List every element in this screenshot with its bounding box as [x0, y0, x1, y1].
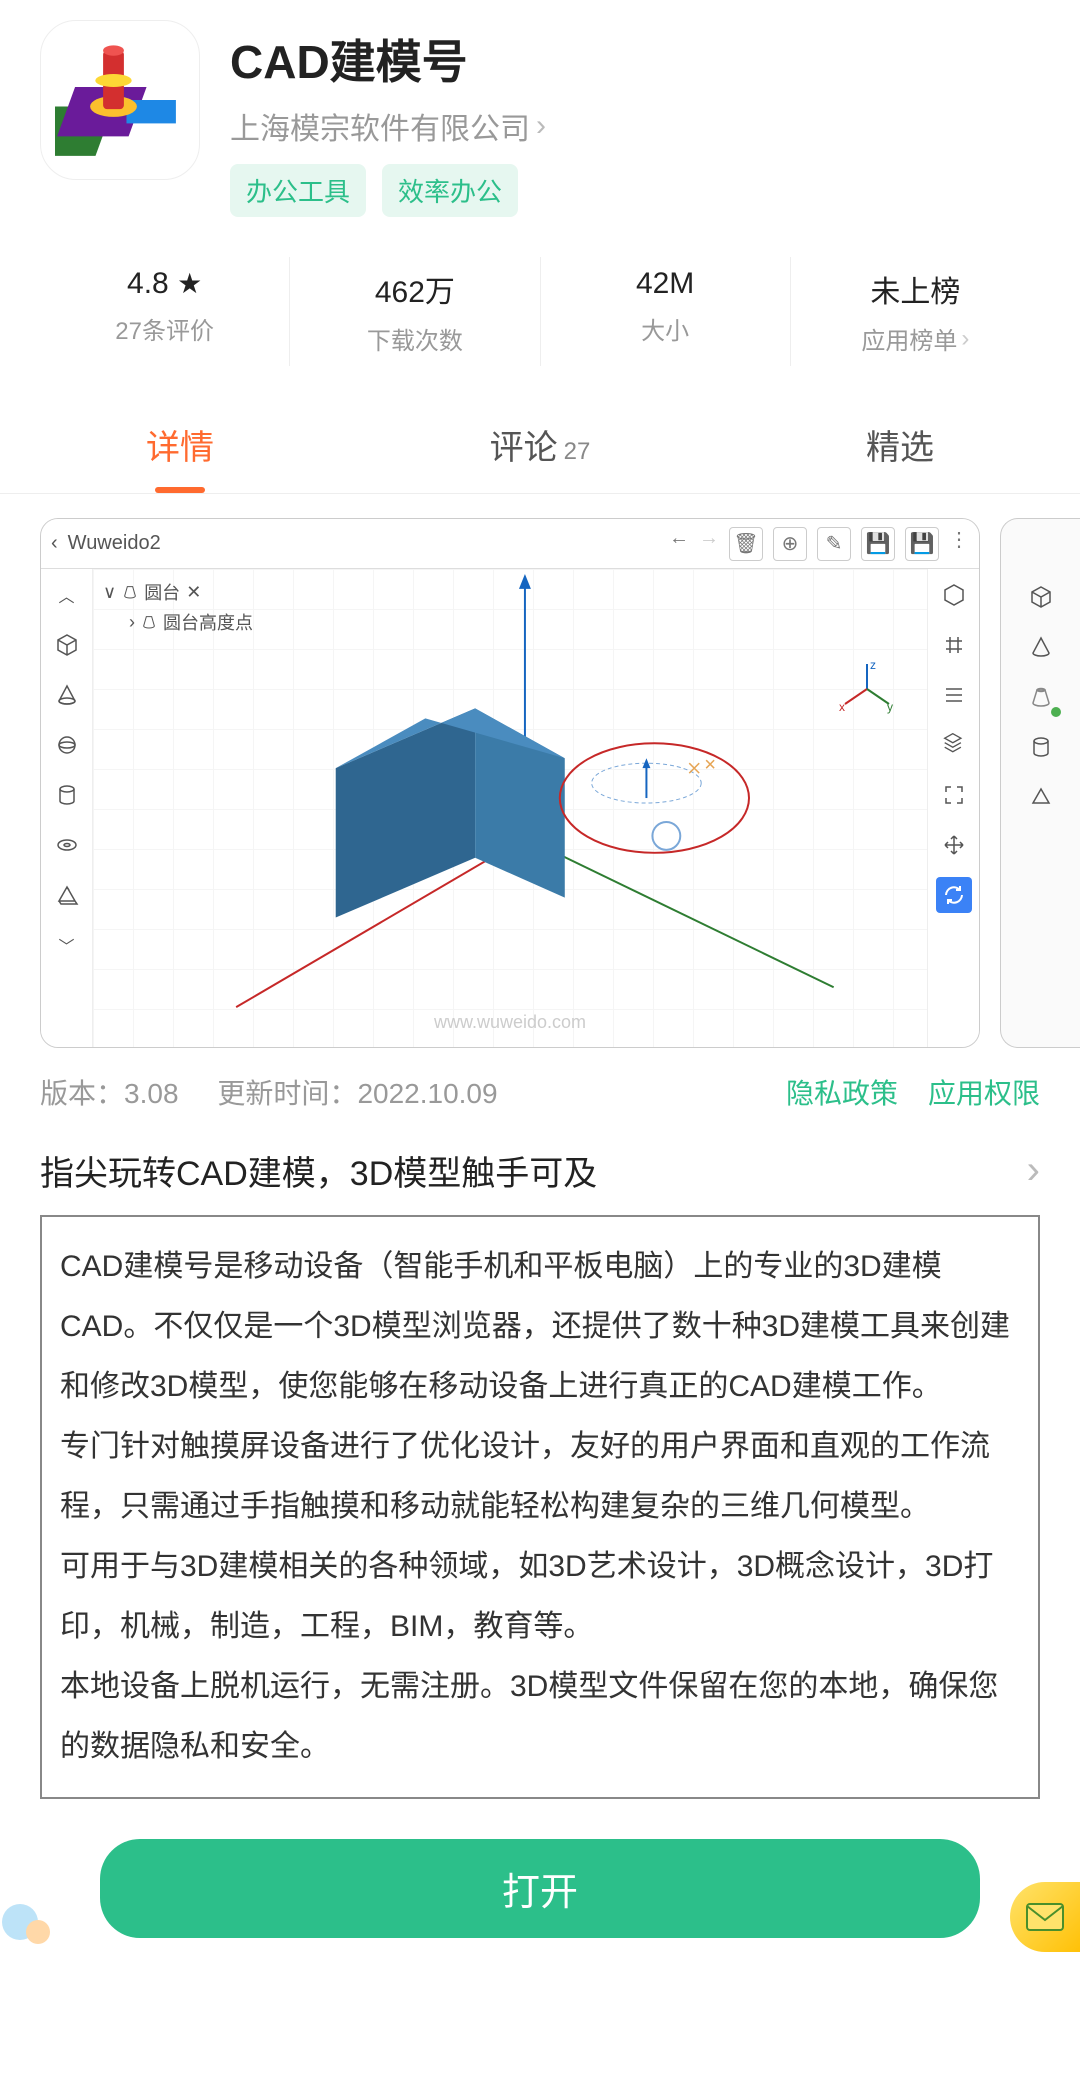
mail-icon[interactable]: [1010, 1882, 1080, 1952]
tab-details[interactable]: 详情: [0, 396, 360, 493]
slogan-row[interactable]: 指尖玩转CAD建模，3D模型触手可及 ›: [0, 1136, 1080, 1215]
watermark: www.wuweido.com: [434, 1012, 586, 1033]
developer-link[interactable]: 上海模宗软件有限公司 ›: [230, 104, 546, 148]
chevron-right-icon: ›: [536, 109, 546, 143]
open-button[interactable]: 打开: [100, 1839, 980, 1938]
cylinder-icon: [1023, 729, 1059, 765]
canvas-3d: ∨圆台 ✕ ›圆台高度点: [93, 569, 927, 1047]
more-icon: ⋮: [949, 527, 969, 561]
svg-text:x: x: [839, 700, 845, 714]
downloads-value: 462万: [290, 267, 539, 311]
desc-p2: 专门针对触摸屏设备进行了优化设计，友好的用户界面和直观的工作流程，只需通过手指触…: [60, 1417, 1020, 1537]
chevron-right-icon: ›: [961, 325, 969, 353]
right-toolbar: [927, 569, 979, 1047]
corner-decoration-left: [0, 1892, 60, 1952]
axis-gizmo: z x y: [837, 659, 897, 719]
rank-label: 应用榜单: [861, 321, 957, 356]
sphere-icon: [49, 727, 85, 763]
frustum-icon: [1023, 679, 1059, 715]
description-box: CAD建模号是移动设备（智能手机和平板电脑）上的专业的3D建模CAD。不仅仅是一…: [40, 1215, 1040, 1799]
desc-p4: 本地设备上脱机运行，无需注册。3D模型文件保留在您的本地，确保您的数据隐私和安全…: [60, 1657, 1020, 1777]
permissions-link[interactable]: 应用权限: [928, 1072, 1040, 1112]
rating-value: 4.8: [127, 267, 169, 300]
tag-productivity[interactable]: 效率办公: [382, 164, 518, 217]
save-icon: 💾: [861, 527, 895, 561]
svg-text:y: y: [887, 700, 893, 714]
tab-featured[interactable]: 精选: [720, 396, 1080, 493]
screenshot-2[interactable]: [1000, 518, 1080, 1048]
nav-back-icon: ←: [669, 527, 689, 561]
back-icon: ‹: [51, 532, 58, 555]
plus-icon: ⊕: [773, 527, 807, 561]
fullscreen-icon: [936, 777, 972, 813]
stat-size: 42M 大小: [540, 257, 790, 366]
version-label: 版本：: [40, 1078, 124, 1109]
torus-icon: [49, 827, 85, 863]
tab-reviews[interactable]: 评论27: [360, 396, 720, 493]
update-date: 2022.10.09: [357, 1078, 497, 1109]
svg-text:z: z: [870, 659, 876, 672]
expand-icon: ﹀: [49, 927, 85, 963]
screenshot-1[interactable]: ‹ Wuweido2 ← → 🗑 ⊕ ✎ 💾 💾 ⋮ ︿: [40, 518, 980, 1048]
stat-rating[interactable]: 4.8 ★ 27条评价: [40, 257, 289, 366]
privacy-link[interactable]: 隐私政策: [786, 1072, 898, 1112]
update-label: 更新时间：: [217, 1078, 357, 1109]
app-icon[interactable]: [40, 20, 200, 180]
downloads-label: 下载次数: [367, 321, 463, 356]
trash-icon: 🗑: [729, 527, 763, 561]
rotate-icon: [936, 877, 972, 913]
tag-office-tool[interactable]: 办公工具: [230, 164, 366, 217]
slogan-text: 指尖玩转CAD建模，3D模型触手可及: [40, 1146, 597, 1195]
rating-count: 27条评价: [115, 311, 214, 346]
desc-p3: 可用于与3D建模相关的各种领域，如3D艺术设计，3D概念设计，3D打印，机械，制…: [60, 1537, 1020, 1657]
file-name: Wuweido2: [68, 532, 161, 555]
version-value: 3.08: [124, 1078, 179, 1109]
grid-icon: [936, 627, 972, 663]
cube-icon: [49, 627, 85, 663]
rank-value: 未上榜: [791, 267, 1040, 311]
cone-icon: [49, 677, 85, 713]
prism-icon: [1023, 779, 1059, 815]
nav-forward-icon: →: [699, 527, 719, 561]
star-icon: ★: [177, 268, 202, 299]
chevron-right-icon: ›: [1027, 1148, 1040, 1193]
developer-name: 上海模宗软件有限公司: [230, 104, 530, 148]
view-cube-icon: [936, 577, 972, 613]
move-icon: [936, 827, 972, 863]
save-as-icon: 💾: [905, 527, 939, 561]
edit-icon: ✎: [817, 527, 851, 561]
list-icon: [936, 677, 972, 713]
collapse-icon: ︿: [49, 577, 85, 613]
screenshot-gallery[interactable]: ‹ Wuweido2 ← → 🗑 ⊕ ✎ 💾 💾 ⋮ ︿: [0, 494, 1080, 1072]
stat-rank[interactable]: 未上榜 应用榜单›: [790, 257, 1040, 366]
layers-icon: [936, 727, 972, 763]
cylinder-icon: [49, 777, 85, 813]
size-value: 42M: [541, 267, 790, 301]
tab-reviews-label: 评论: [490, 429, 558, 467]
stat-downloads: 462万 下载次数: [289, 257, 539, 366]
cone-icon: [1023, 629, 1059, 665]
reviews-count: 27: [564, 438, 591, 465]
cube-icon: [1023, 579, 1059, 615]
app-title: CAD建模号: [230, 26, 1040, 92]
size-label: 大小: [641, 311, 689, 346]
prism-icon: [49, 877, 85, 913]
desc-p1: CAD建模号是移动设备（智能手机和平板电脑）上的专业的3D建模CAD。不仅仅是一…: [60, 1237, 1020, 1417]
left-toolbar: ︿ ﹀: [41, 569, 93, 1047]
